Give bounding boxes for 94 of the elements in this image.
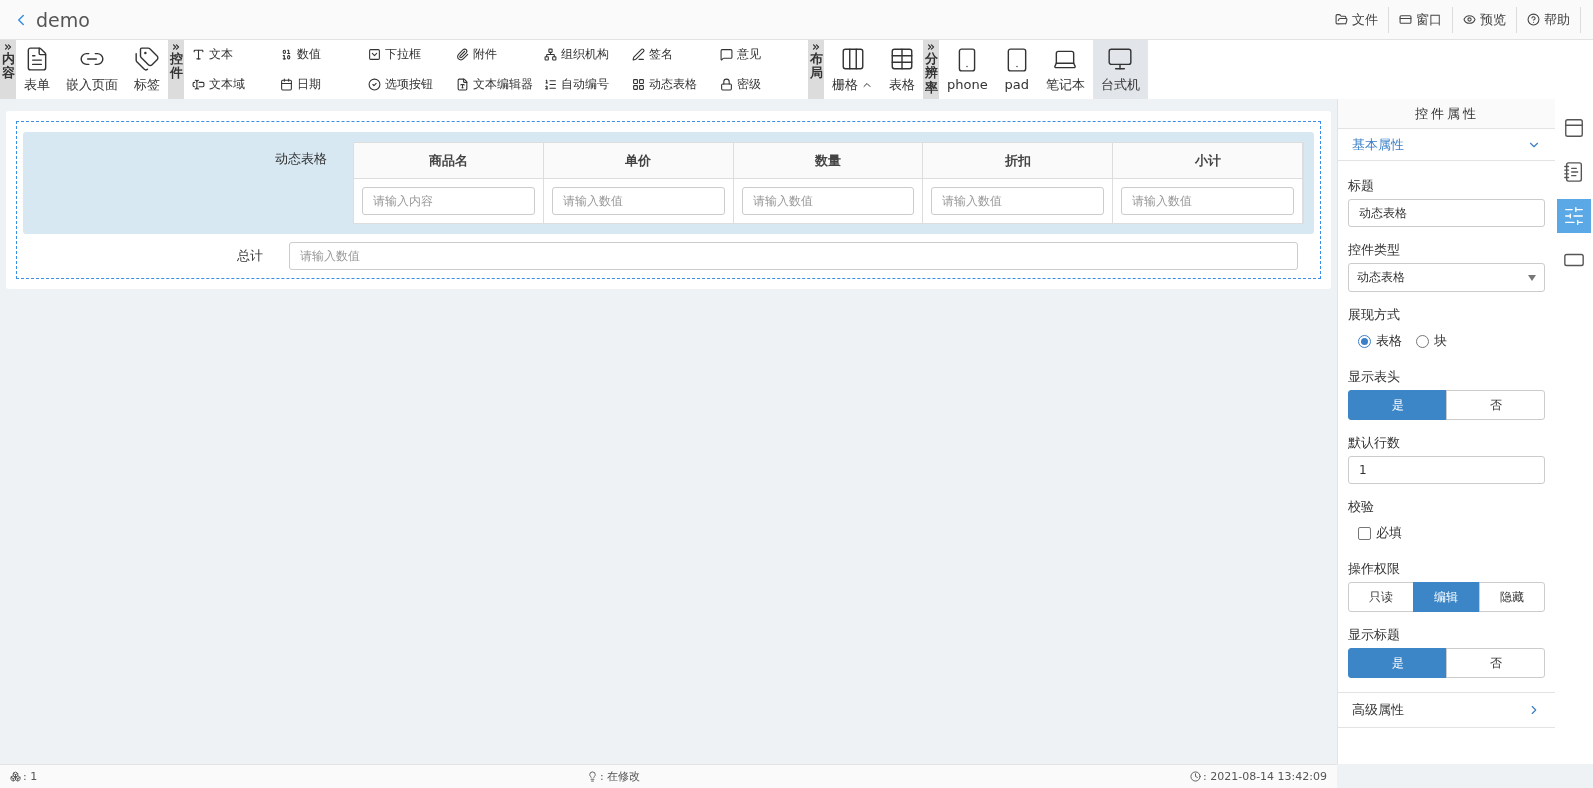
toggle-button[interactable]: 隐藏: [1478, 582, 1545, 612]
toggle-button[interactable]: 是: [1348, 390, 1447, 420]
group-title: 布局: [809, 52, 823, 81]
toggle-button[interactable]: 编辑: [1413, 582, 1480, 612]
control-icon: [368, 77, 381, 91]
control-icon: [544, 48, 557, 62]
menu-button[interactable]: 帮助: [1517, 6, 1581, 33]
toggle-button[interactable]: 否: [1446, 390, 1545, 420]
toolbar-item[interactable]: 动态表格: [628, 69, 716, 99]
boxes-icon: [10, 771, 21, 782]
input-field[interactable]: 请输入数值: [551, 187, 725, 215]
control-icon: [720, 77, 733, 91]
clock-icon: [1189, 771, 1201, 782]
menu-icon: [1399, 13, 1412, 26]
column-header: 单价: [543, 143, 734, 179]
expand-icon[interactable]: [171, 42, 181, 52]
radio-option[interactable]: 表格: [1358, 332, 1402, 350]
group-title: 分辨率: [924, 52, 938, 95]
field-label: 操作权限: [1348, 560, 1401, 578]
toolbar-item[interactable]: 日期: [276, 69, 364, 99]
toolbar-icon: [134, 45, 160, 72]
sliders-icon: [1563, 204, 1585, 228]
field-label: 标题: [1348, 177, 1375, 195]
control-icon: [544, 77, 557, 91]
menu-icon: [1527, 13, 1540, 26]
menu-icon: [1335, 13, 1348, 26]
field-label: 显示表头: [1348, 368, 1401, 386]
control-icon: [192, 48, 205, 62]
input-field[interactable]: 请输入内容: [362, 187, 535, 215]
toolbar-item[interactable]: 自动编号: [540, 69, 628, 99]
radio-option[interactable]: 块: [1416, 332, 1447, 350]
column-header: 折扣: [923, 143, 1114, 179]
toolbar-item[interactable]: 签名: [628, 40, 716, 70]
status-time: : 2021-08-14 13:42:09: [1189, 770, 1327, 783]
checkbox-option[interactable]: 必填: [1358, 524, 1402, 542]
text-field[interactable]: 1: [1348, 456, 1545, 484]
toolbar-item[interactable]: 组织机构: [540, 40, 628, 70]
group-title: 控件: [169, 52, 183, 81]
toggle-button[interactable]: 是: [1348, 648, 1447, 678]
notebook-icon: [1563, 160, 1585, 184]
control-icon: [632, 77, 645, 91]
menu-button[interactable]: 窗口: [1389, 6, 1453, 33]
dropdown-caret-icon: [1528, 274, 1536, 281]
type-dropdown[interactable]: 动态表格: [1348, 263, 1545, 292]
toolbar-item[interactable]: 附件: [452, 40, 540, 70]
toolbar-item[interactable]: 下拉框: [364, 40, 452, 70]
expand-icon[interactable]: [926, 42, 936, 52]
menu-icon: [1463, 13, 1476, 26]
lightbulb-icon: [587, 771, 598, 782]
toggle-button[interactable]: 否: [1446, 648, 1545, 678]
toggle-button[interactable]: 只读: [1348, 582, 1415, 612]
input-field[interactable]: 请输入数值: [1121, 187, 1294, 215]
field-label: 展现方式: [1348, 306, 1401, 324]
field-label: 总计: [235, 247, 264, 265]
toolbar-item[interactable]: 选项按钮: [364, 69, 452, 99]
toolbar-item[interactable]: 数值: [276, 40, 364, 70]
control-icon: [456, 48, 469, 62]
control-icon: [280, 48, 293, 62]
expand-icon[interactable]: [3, 42, 13, 52]
expand-icon[interactable]: [811, 42, 821, 52]
column-header: 数量: [733, 143, 924, 179]
control-icon: [192, 77, 205, 91]
toolbar-item[interactable]: 密级: [716, 69, 804, 99]
checkbox[interactable]: [1358, 526, 1371, 540]
panel-title: 控件属性: [1338, 99, 1555, 129]
control-icon: [632, 48, 645, 62]
control-icon: [720, 48, 733, 62]
toolbar-item[interactable]: 文本: [188, 40, 276, 70]
group-title: 内容: [1, 52, 15, 81]
text-field[interactable]: 动态表格: [1348, 199, 1545, 227]
control-icon: [280, 77, 293, 91]
status-state: : 在修改: [587, 769, 641, 784]
field-label: 校验: [1348, 498, 1375, 516]
control-icon: [368, 48, 381, 62]
field-label: 动态表格: [274, 150, 328, 168]
toolbar-item[interactable]: 文本编辑器: [452, 69, 540, 99]
input-field[interactable]: 请输入数值: [931, 187, 1105, 215]
toolbar-item[interactable]: 意见: [716, 40, 804, 70]
field-label: 默认行数: [1348, 434, 1401, 452]
toolbar-item[interactable]: 文本域: [188, 69, 276, 99]
column-header: 商品名: [354, 143, 544, 179]
menu-button[interactable]: 预览: [1453, 6, 1517, 33]
control-icon: [456, 77, 469, 91]
input-field[interactable]: 请输入数值: [288, 242, 1298, 270]
input-field[interactable]: 请输入数值: [741, 187, 915, 215]
back-button[interactable]: demo: [12, 8, 90, 31]
menu-button[interactable]: 文件: [1325, 6, 1389, 33]
status-count: : 1: [10, 770, 38, 783]
toolbar-item[interactable]: 台式机: [1092, 40, 1148, 99]
panel-icon: [1563, 116, 1585, 140]
field-label: 显示标题: [1348, 626, 1401, 644]
section-header[interactable]: 高级属性: [1338, 692, 1555, 728]
column-header: 小计: [1113, 143, 1303, 179]
field-label: 控件类型: [1348, 241, 1401, 259]
